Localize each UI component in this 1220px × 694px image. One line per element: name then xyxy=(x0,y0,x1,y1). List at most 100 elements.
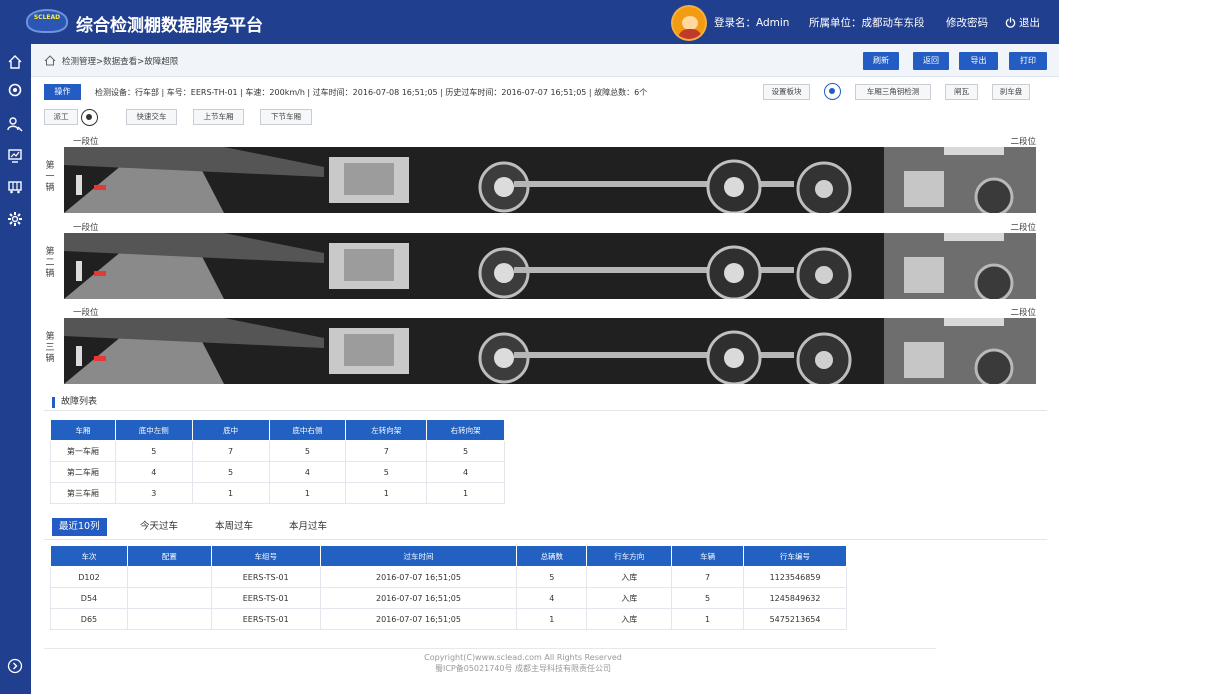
action-row: 派工 快速交车 上节车厢 下节车厢 xyxy=(44,109,444,126)
table-cell: 5475213654 xyxy=(743,608,847,630)
column-header: 配置 xyxy=(126,545,212,567)
table-row[interactable]: D54 EERS-TS-01 2016-07-07 16;51;05 4 入库 … xyxy=(50,587,847,609)
table-header-row: 车厢 底中左侧 底中 底中右侧 左转向架 右转向架 xyxy=(50,419,505,441)
table-row[interactable]: D65 EERS-TS-01 2016-07-07 16;51;05 1 入库 … xyxy=(50,608,847,630)
sidebar-item-screen[interactable] xyxy=(6,147,24,165)
vehicle-panel-3: 一段位 二段位 第三辆 xyxy=(44,306,1036,390)
detection-info-row: 操作 检测设备：行车部 | 车号：EERS-TH-01 | 车速：200km/h… xyxy=(44,83,1034,101)
table-row[interactable]: 第二车厢 4 5 4 5 4 xyxy=(50,461,505,483)
brake-disc-button[interactable]: 刹车盘 xyxy=(992,84,1030,100)
vehicle-label: 第二辆 xyxy=(45,247,55,279)
icp-text: 蜀ICP备05021740号 成都主导科技有限责任公司 xyxy=(434,664,612,673)
app-title: 综合检测棚数据服务平台 xyxy=(76,16,263,36)
segment-left-label: 一段位 xyxy=(73,308,99,318)
tab-this-week[interactable]: 本周过车 xyxy=(215,518,253,536)
column-header: 底中 xyxy=(191,419,270,441)
table-cell: 入库 xyxy=(586,566,673,588)
sidebar-item-monitor[interactable] xyxy=(6,81,24,99)
triangle-key-check-button[interactable]: 车厢三角钥检测 xyxy=(855,84,931,100)
table-cell: 5 xyxy=(671,587,745,609)
table-cell: EERS-TS-01 xyxy=(210,587,321,609)
prev-car-button[interactable]: 上节车厢 xyxy=(193,109,244,125)
table-cell: 入库 xyxy=(586,608,673,630)
table-cell: 7 xyxy=(345,440,428,462)
tab-this-month[interactable]: 本月过车 xyxy=(289,518,327,536)
train-undercarriage-image[interactable] xyxy=(64,318,1036,384)
table-cell xyxy=(126,566,212,588)
camera-icon[interactable] xyxy=(824,83,841,100)
operate-button[interactable]: 操作 xyxy=(44,84,81,100)
vehicle-panel-2: 一段位 二段位 第二辆 xyxy=(44,221,1036,305)
footer-divider xyxy=(44,648,936,649)
table-cell: 第一车厢 xyxy=(50,440,116,462)
set-block-button[interactable]: 设置板块 xyxy=(763,84,810,100)
back-button[interactable]: 返回 xyxy=(913,52,949,70)
camera-icon[interactable] xyxy=(81,109,98,126)
train-undercarriage-image[interactable] xyxy=(64,233,1036,299)
table-cell: 入库 xyxy=(586,587,673,609)
column-header: 底中右侧 xyxy=(268,419,347,441)
table-cell: D65 xyxy=(50,608,128,630)
tab-today[interactable]: 今天过车 xyxy=(140,518,178,536)
segment-right-label: 二段位 xyxy=(1010,223,1036,233)
brake-shoe-button[interactable]: 闸瓦 xyxy=(945,84,978,100)
quick-pass-button[interactable]: 快速交车 xyxy=(126,109,177,125)
vehicle-panel-1: 一段位 二段位 第一辆 xyxy=(44,135,1036,219)
table-cell: EERS-TS-01 xyxy=(210,566,321,588)
breadcrumb-home-icon[interactable] xyxy=(44,55,56,66)
table-header-row: 车次 配置 车组号 过车时间 总辆数 行车方向 车辆 行车编号 xyxy=(50,545,847,567)
logout-label: 退出 xyxy=(1019,17,1040,29)
print-button[interactable]: 打印 xyxy=(1009,52,1047,70)
next-car-button[interactable]: 下节车厢 xyxy=(260,109,312,125)
table-cell: 1 xyxy=(268,482,347,504)
top-bar: SCLEAD 综合检测棚数据服务平台 登录名：Admin 所属单位：成都动车东段… xyxy=(0,0,1059,44)
table-cell: 4 xyxy=(114,461,193,483)
pass-record-table: 车次 配置 车组号 过车时间 总辆数 行车方向 车辆 行车编号 D102 EER… xyxy=(50,545,847,630)
column-header: 总辆数 xyxy=(516,545,588,567)
monitor-icon xyxy=(8,149,22,163)
table-cell: 4 xyxy=(426,461,505,483)
change-password-link[interactable]: 修改密码 xyxy=(946,15,988,30)
breadcrumb-bar: 检测管理>数据查看>故障超限 刷新 返回 导出 打印 xyxy=(31,44,1059,77)
table-cell: 2016-07-07 16;51;05 xyxy=(319,608,518,630)
circle-icon xyxy=(8,83,22,97)
train-undercarriage-image[interactable] xyxy=(64,147,1036,213)
logout-link[interactable]: 退出 xyxy=(1005,15,1040,30)
breadcrumb: 检测管理>数据查看>故障超限 xyxy=(62,57,179,67)
sidebar-item-train[interactable] xyxy=(6,178,24,196)
segment-right-label: 二段位 xyxy=(1010,308,1036,318)
refresh-button[interactable]: 刷新 xyxy=(863,52,899,70)
gear-icon xyxy=(8,212,22,226)
column-header: 车厢 xyxy=(50,419,116,441)
column-header: 左转向架 xyxy=(345,419,428,441)
sidebar-item-settings[interactable] xyxy=(6,210,24,228)
table-cell: 5 xyxy=(191,461,270,483)
table-row[interactable]: D102 EERS-TS-01 2016-07-07 16;51;05 5 入库… xyxy=(50,566,847,588)
table-cell: 7 xyxy=(191,440,270,462)
column-header: 车次 xyxy=(50,545,128,567)
sidebar-item-users[interactable] xyxy=(6,115,24,133)
table-cell: 4 xyxy=(268,461,347,483)
table-cell: 5 xyxy=(516,566,588,588)
expand-icon xyxy=(7,658,23,674)
table-cell: D102 xyxy=(50,566,128,588)
export-button[interactable]: 导出 xyxy=(959,52,998,70)
dispatch-button[interactable]: 派工 xyxy=(44,109,78,125)
fault-table: 车厢 底中左侧 底中 底中右侧 左转向架 右转向架 第一车厢 5 7 5 7 5… xyxy=(50,419,505,504)
table-row[interactable]: 第一车厢 5 7 5 7 5 xyxy=(50,440,505,462)
table-row[interactable]: 第三车厢 3 1 1 1 1 xyxy=(50,482,505,504)
table-cell: 2016-07-07 16;51;05 xyxy=(319,566,518,588)
table-cell: 1 xyxy=(426,482,505,504)
user-avatar[interactable] xyxy=(671,5,707,41)
tab-recent-10[interactable]: 最近10列 xyxy=(52,518,107,536)
company-logo: SCLEAD xyxy=(26,9,68,33)
sidebar-expand[interactable] xyxy=(6,657,24,675)
tabs-divider xyxy=(44,539,1047,540)
fault-list-title: 故障列表 xyxy=(52,397,97,408)
table-cell: 4 xyxy=(516,587,588,609)
column-header: 车组号 xyxy=(210,545,321,567)
table-cell: 5 xyxy=(426,440,505,462)
footer: Copyright(C)www.sclead.com All Rights Re… xyxy=(300,652,746,674)
sidebar-item-home[interactable] xyxy=(6,53,24,71)
table-cell xyxy=(126,608,212,630)
